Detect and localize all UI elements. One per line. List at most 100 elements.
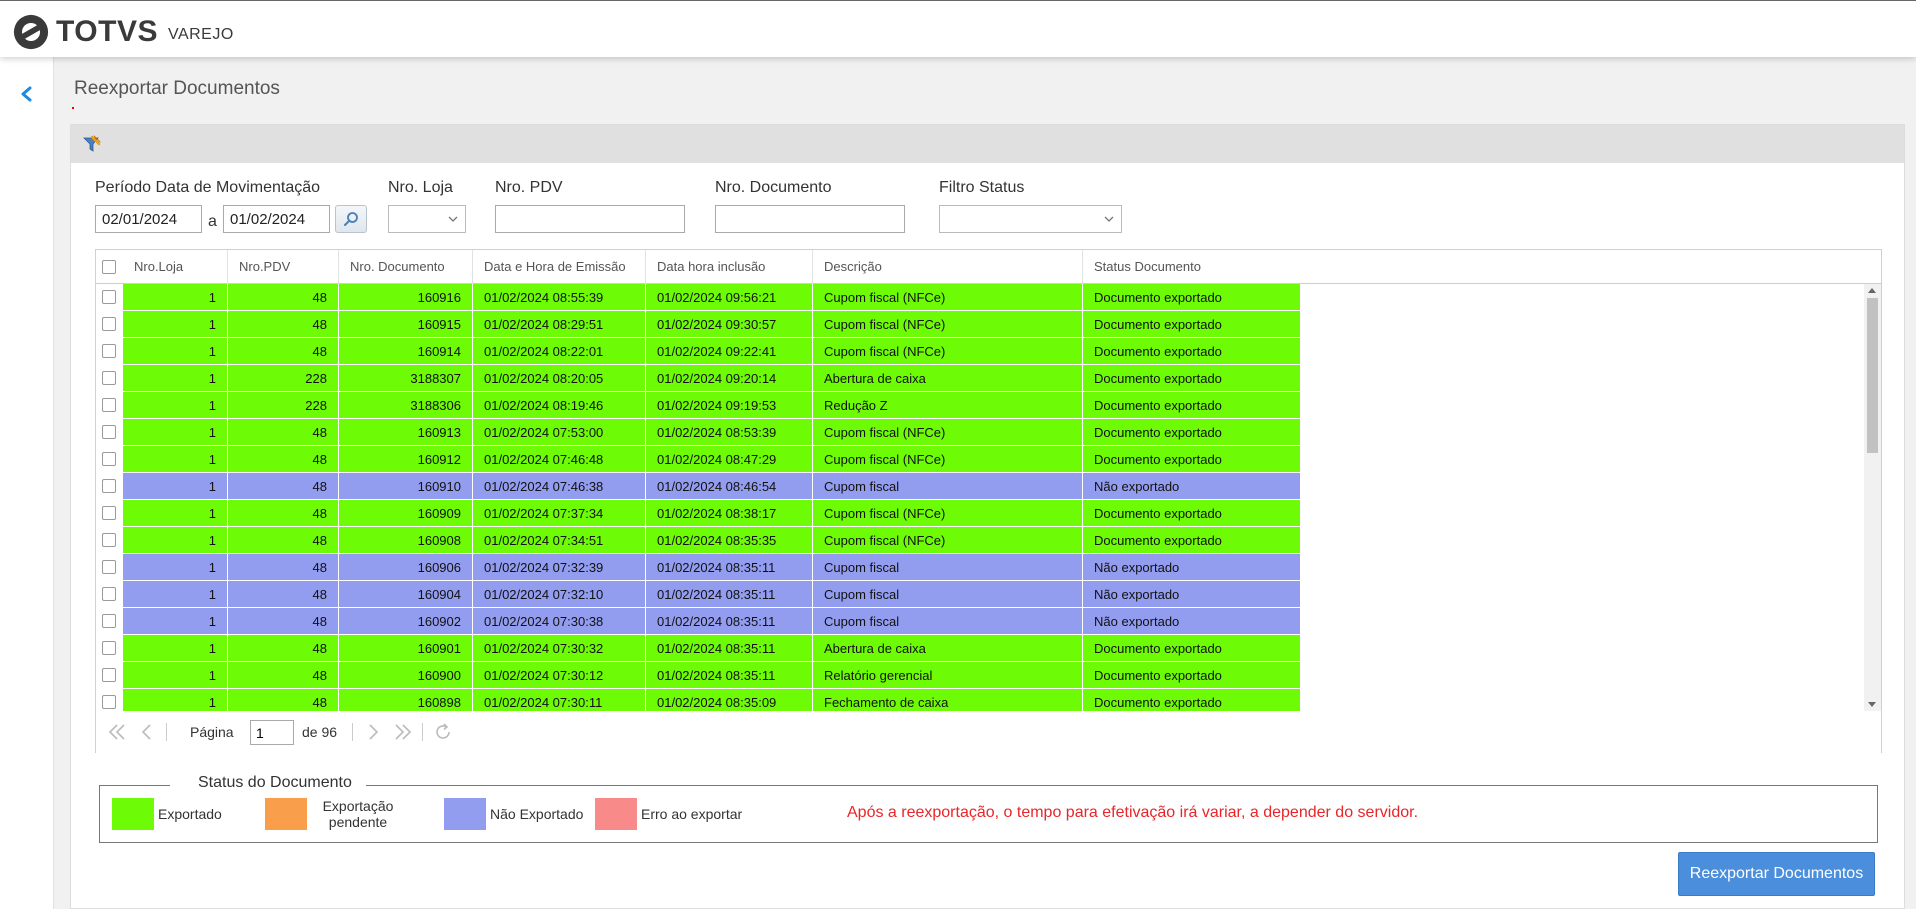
row-checkbox[interactable] xyxy=(102,614,116,628)
date-to-input[interactable] xyxy=(223,205,330,233)
column-header-pdv[interactable]: Nro.PDV xyxy=(228,250,339,284)
reexport-documents-button[interactable]: Reexportar Documentos xyxy=(1678,852,1875,896)
cell-loja: 1 xyxy=(123,500,228,527)
refresh-icon[interactable] xyxy=(432,721,454,743)
row-checkbox[interactable] xyxy=(102,371,116,385)
panel-toolbar xyxy=(71,125,1904,163)
cell-pdv: 228 xyxy=(228,365,339,392)
cell-inclusao: 01/02/2024 09:22:41 xyxy=(646,338,813,365)
pdv-input[interactable] xyxy=(495,205,685,233)
page-count: de 96 xyxy=(302,724,338,740)
cell-emissao: 01/02/2024 07:30:11 xyxy=(473,689,646,711)
cell-documento: 3188307 xyxy=(339,365,473,392)
row-checkbox[interactable] xyxy=(102,290,116,304)
cell-descricao: Relatório gerencial xyxy=(813,662,1083,689)
table-row[interactable]: 1 48 160914 01/02/2024 08:22:01 01/02/2024 0… xyxy=(96,338,1864,365)
status-filter-select[interactable] xyxy=(939,205,1122,233)
cell-emissao: 01/02/2024 07:30:38 xyxy=(473,608,646,635)
cell-loja: 1 xyxy=(123,554,228,581)
table-row[interactable]: 1 228 3188307 01/02/2024 08:20:05 01/02/2024… xyxy=(96,365,1864,392)
column-header-inclusao[interactable]: Data hora inclusão xyxy=(646,250,813,284)
totvs-logo-icon xyxy=(13,14,49,50)
column-header-documento[interactable]: Nro. Documento xyxy=(339,250,473,284)
table-row[interactable]: 1 48 160909 01/02/2024 07:37:34 01/02/2024 0… xyxy=(96,500,1864,527)
row-checkbox[interactable] xyxy=(102,560,116,574)
cell-documento: 160916 xyxy=(339,284,473,311)
row-checkbox[interactable] xyxy=(102,695,116,709)
cell-loja: 1 xyxy=(123,581,228,608)
column-header-status[interactable]: Status Documento xyxy=(1083,250,1301,284)
row-checkbox[interactable] xyxy=(102,587,116,601)
row-checkbox[interactable] xyxy=(102,317,116,331)
row-checkbox[interactable] xyxy=(102,641,116,655)
cell-descricao: Cupom fiscal (NFCe) xyxy=(813,338,1083,365)
row-checkbox[interactable] xyxy=(102,452,116,466)
grid-vertical-scrollbar[interactable] xyxy=(1864,284,1881,711)
table-row[interactable]: 1 48 160904 01/02/2024 07:32:10 01/02/2024 0… xyxy=(96,581,1864,608)
cell-pdv: 48 xyxy=(228,581,339,608)
cell-loja: 1 xyxy=(123,635,228,662)
cell-emissao: 01/02/2024 07:46:48 xyxy=(473,446,646,473)
table-row[interactable]: 1 48 160910 01/02/2024 07:46:38 01/02/2024 0… xyxy=(96,473,1864,500)
cell-status: Documento exportado xyxy=(1083,527,1301,554)
search-button[interactable] xyxy=(335,205,367,233)
row-checkbox[interactable] xyxy=(102,479,116,493)
scroll-down-arrow-icon[interactable] xyxy=(1868,702,1876,707)
cell-descricao: Cupom fiscal (NFCe) xyxy=(813,446,1083,473)
loja-select[interactable] xyxy=(388,205,466,233)
cell-status: Documento exportado xyxy=(1083,662,1301,689)
cell-descricao: Cupom fiscal xyxy=(813,581,1083,608)
table-row[interactable]: 1 48 160912 01/02/2024 07:46:48 01/02/2024 0… xyxy=(96,446,1864,473)
table-row[interactable]: 1 228 3188306 01/02/2024 08:19:46 01/02/2024… xyxy=(96,392,1864,419)
cell-status: Documento exportado xyxy=(1083,689,1301,711)
table-row[interactable]: 1 48 160900 01/02/2024 07:30:12 01/02/2024 0… xyxy=(96,662,1864,689)
cell-status: Não exportado xyxy=(1083,473,1301,500)
page-number-input[interactable] xyxy=(250,720,294,745)
cell-loja: 1 xyxy=(123,527,228,554)
scroll-up-arrow-icon[interactable] xyxy=(1868,288,1876,293)
cell-descricao: Cupom fiscal xyxy=(813,554,1083,581)
table-row[interactable]: 1 48 160913 01/02/2024 07:53:00 01/02/2024 0… xyxy=(96,419,1864,446)
table-row[interactable]: 1 48 160906 01/02/2024 07:32:39 01/02/2024 0… xyxy=(96,554,1864,581)
row-checkbox[interactable] xyxy=(102,344,116,358)
cell-pdv: 48 xyxy=(228,311,339,338)
page-label: Página xyxy=(190,724,234,740)
periodo-label: Período Data de Movimentação xyxy=(95,179,321,196)
column-header-emissao[interactable]: Data e Hora de Emissão xyxy=(473,250,646,284)
cell-inclusao: 01/02/2024 08:35:11 xyxy=(646,662,813,689)
cell-inclusao: 01/02/2024 09:20:14 xyxy=(646,365,813,392)
previous-page-icon[interactable] xyxy=(136,721,158,743)
table-row[interactable]: 1 48 160908 01/02/2024 07:34:51 01/02/2024 0… xyxy=(96,527,1864,554)
column-header-loja[interactable]: Nro.Loja xyxy=(123,250,228,284)
row-checkbox[interactable] xyxy=(102,506,116,520)
table-row[interactable]: 1 48 160916 01/02/2024 08:55:39 01/02/2024 0… xyxy=(96,284,1864,311)
next-page-icon[interactable] xyxy=(362,721,384,743)
last-page-icon[interactable] xyxy=(392,721,414,743)
clear-filter-icon[interactable] xyxy=(81,134,101,154)
cell-inclusao: 01/02/2024 08:35:09 xyxy=(646,689,813,711)
select-all-checkbox[interactable] xyxy=(102,260,116,274)
first-page-icon[interactable] xyxy=(106,721,128,743)
cell-emissao: 01/02/2024 08:29:51 xyxy=(473,311,646,338)
title-marker xyxy=(72,107,74,109)
scroll-thumb[interactable] xyxy=(1867,298,1878,453)
table-row[interactable]: 1 48 160901 01/02/2024 07:30:32 01/02/2024 0… xyxy=(96,635,1864,662)
cell-documento: 160909 xyxy=(339,500,473,527)
grid-pager: Página de 96 xyxy=(96,711,1881,753)
documento-input[interactable] xyxy=(715,205,905,233)
cell-documento: 160900 xyxy=(339,662,473,689)
row-checkbox[interactable] xyxy=(102,533,116,547)
page-title: Reexportar Documentos xyxy=(74,78,280,99)
cell-loja: 1 xyxy=(123,365,228,392)
cell-documento: 160915 xyxy=(339,311,473,338)
row-checkbox[interactable] xyxy=(102,425,116,439)
chevron-left-icon[interactable] xyxy=(14,81,40,107)
table-row[interactable]: 1 48 160898 01/02/2024 07:30:11 01/02/2024 0… xyxy=(96,689,1864,711)
table-row[interactable]: 1 48 160915 01/02/2024 08:29:51 01/02/2024 0… xyxy=(96,311,1864,338)
column-header-descricao[interactable]: Descrição xyxy=(813,250,1083,284)
row-checkbox[interactable] xyxy=(102,398,116,412)
table-row[interactable]: 1 48 160902 01/02/2024 07:30:38 01/02/2024 0… xyxy=(96,608,1864,635)
date-from-input[interactable] xyxy=(95,205,202,233)
row-checkbox[interactable] xyxy=(102,668,116,682)
cell-descricao: Cupom fiscal (NFCe) xyxy=(813,500,1083,527)
